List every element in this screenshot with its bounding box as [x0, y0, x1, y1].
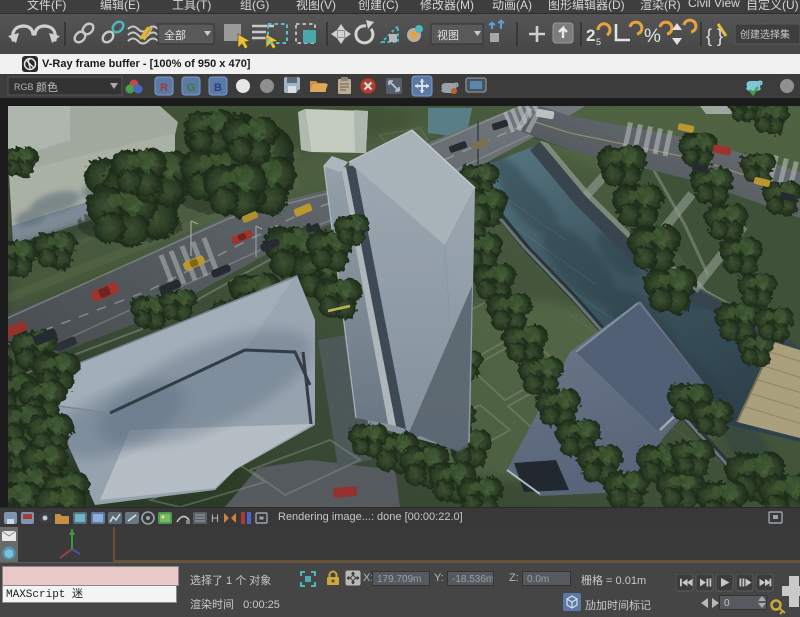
svg-text:%: %	[644, 26, 661, 47]
svg-text:全部: 全部	[164, 28, 186, 42]
svg-text:B: B	[214, 82, 222, 94]
svg-text:5: 5	[596, 37, 601, 47]
svg-text:RGB: RGB	[14, 82, 34, 92]
svg-text:视图: 视图	[437, 28, 459, 42]
svg-text:H: H	[211, 513, 219, 525]
svg-text:颜色: 颜色	[36, 80, 58, 94]
svg-text:R: R	[160, 82, 168, 94]
svg-text:创建选择集: 创建选择集	[740, 28, 790, 41]
svg-text:G: G	[187, 82, 196, 94]
svg-text:2: 2	[586, 26, 595, 45]
